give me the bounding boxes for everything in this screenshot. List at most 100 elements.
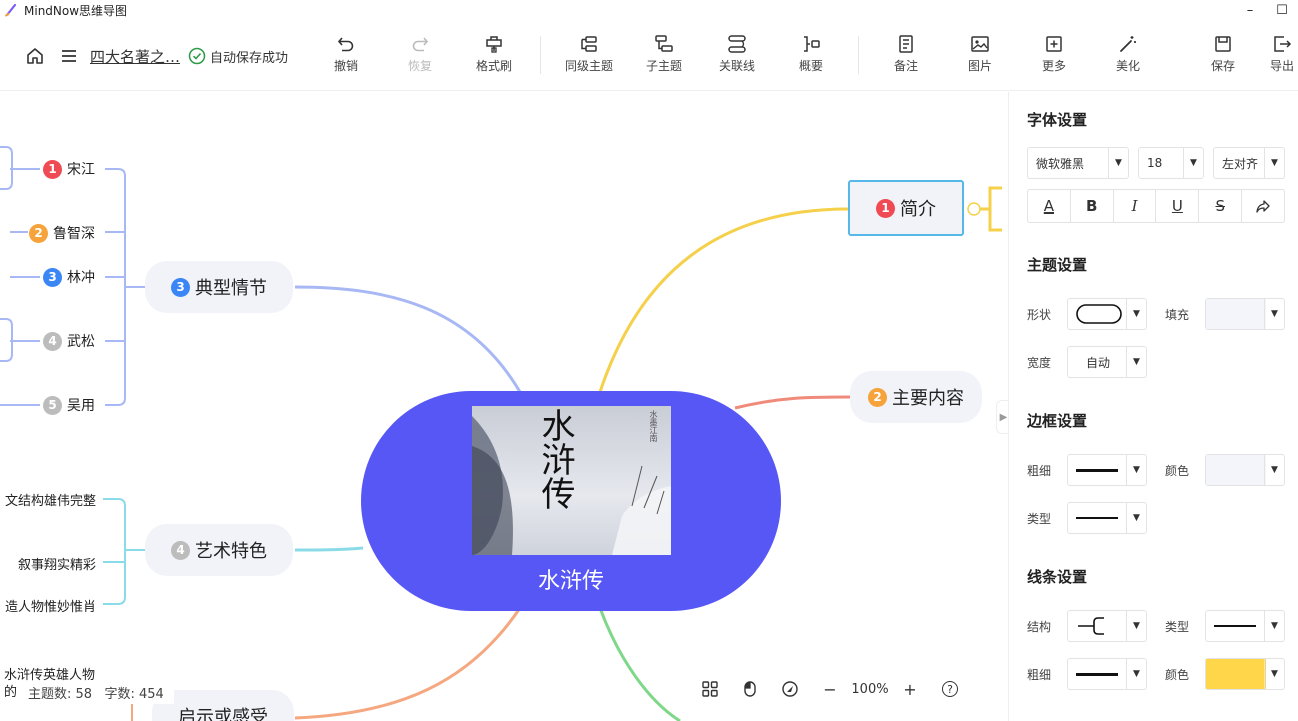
border-color-select[interactable]: ▼ xyxy=(1205,454,1285,486)
central-topic[interactable]: 水浒传 水墨江南 水浒传 xyxy=(361,391,781,611)
line-color-select[interactable]: ▼ xyxy=(1205,658,1285,690)
central-topic-image[interactable]: 水浒传 水墨江南 xyxy=(472,406,671,555)
font-color-button[interactable]: A xyxy=(1028,190,1071,222)
style-panel: 字体设置 微软雅黑 ▼ 18 ▼ 左对齐 ▼ A B I U S 主题设置 形状… xyxy=(1008,92,1298,721)
font-color-icon: A xyxy=(1043,197,1055,215)
branch-art[interactable]: 4 艺术特色 xyxy=(145,524,293,576)
font-size-select[interactable]: 18 ▼ xyxy=(1138,147,1204,179)
zoom-out-button[interactable]: − xyxy=(810,674,850,704)
chevron-down-icon: ▼ xyxy=(1108,148,1128,178)
image-button[interactable]: 图片 xyxy=(950,34,1010,80)
mouse-icon xyxy=(744,681,756,697)
leaf-art-characters[interactable]: 造人物惟妙惟肖 xyxy=(5,594,96,616)
clear-format-button[interactable] xyxy=(1242,190,1284,222)
line-thickness-select[interactable]: ▼ xyxy=(1067,658,1147,690)
toolbar: 四大名著之… 自动保存成功 撤销 恢复 格式刷 同级主题 子主题 关联线 概要 … xyxy=(0,20,1298,91)
note-icon xyxy=(899,35,913,53)
zoom-in-button[interactable]: + xyxy=(890,674,930,704)
home-button[interactable] xyxy=(24,45,46,67)
fill-color-select[interactable]: ▼ xyxy=(1205,298,1285,330)
line-thickness-label: 粗细 xyxy=(1027,668,1052,682)
chevron-down-icon: ▼ xyxy=(1264,611,1284,641)
more-button[interactable]: 更多 xyxy=(1024,34,1084,80)
undo-icon xyxy=(337,37,354,52)
toolbar-separator xyxy=(858,36,859,74)
summary-icon xyxy=(804,36,820,52)
width-label: 宽度 xyxy=(1027,356,1052,370)
locate-icon xyxy=(782,681,798,697)
branch-intro-label: 简介 xyxy=(900,199,936,220)
chevron-down-icon: ▼ xyxy=(1183,148,1203,178)
app-logo-icon xyxy=(5,3,17,17)
width-select[interactable]: 自动 ▼ xyxy=(1067,346,1147,378)
save-icon xyxy=(1215,36,1231,52)
font-family-value: 微软雅黑 xyxy=(1036,156,1085,171)
border-type-select[interactable]: ▼ xyxy=(1067,502,1147,534)
redo-button[interactable]: 恢复 xyxy=(390,34,450,80)
mouse-mode-button[interactable] xyxy=(730,674,770,704)
leaf-wusong[interactable]: 4 武松 xyxy=(43,330,95,352)
text-format-row: A B I U S xyxy=(1027,189,1285,223)
chevron-down-icon: ▼ xyxy=(1126,299,1146,329)
summary-button[interactable]: 概要 xyxy=(781,34,841,80)
format-brush-button[interactable]: 格式刷 xyxy=(464,34,524,80)
border-thickness-select[interactable]: ▼ xyxy=(1067,454,1147,486)
line-structure-select[interactable]: ▼ xyxy=(1067,610,1147,642)
fill-color-swatch xyxy=(1206,299,1266,329)
shape-select[interactable]: ▼ xyxy=(1067,298,1147,330)
text-align-select[interactable]: 左对齐 ▼ xyxy=(1213,147,1285,179)
italic-icon: I xyxy=(1131,197,1138,215)
child-topic-button[interactable]: 子主题 xyxy=(634,34,694,80)
export-button[interactable]: 导出 xyxy=(1252,34,1298,80)
save-button[interactable]: 保存 xyxy=(1193,34,1253,80)
chevron-down-icon: ▼ xyxy=(1264,299,1284,329)
format-brush-label: 格式刷 xyxy=(475,59,512,73)
zoom-level: 100% xyxy=(851,681,889,697)
leaf-linchong[interactable]: 3 林冲 xyxy=(43,266,95,288)
strikethrough-button[interactable]: S xyxy=(1199,190,1243,222)
undo-button[interactable]: 撤销 xyxy=(316,34,376,80)
sibling-topic-icon xyxy=(581,36,597,52)
branch-intro[interactable]: 1 简介 xyxy=(848,180,964,236)
maximize-button[interactable]: ☐ xyxy=(1262,0,1298,20)
sibling-topic-button[interactable]: 同级主题 xyxy=(559,34,619,80)
bold-button[interactable]: B xyxy=(1071,190,1114,222)
line-color-label: 颜色 xyxy=(1165,668,1190,682)
menu-button[interactable] xyxy=(58,45,80,67)
beautify-button[interactable]: 美化 xyxy=(1098,34,1158,80)
chevron-right-icon: ▶ xyxy=(999,411,1008,423)
branch-content[interactable]: 2 主要内容 xyxy=(850,371,982,423)
bold-icon: B xyxy=(1086,197,1098,215)
help-button[interactable]: ? xyxy=(930,674,970,704)
text-align-value: 左对齐 xyxy=(1222,156,1259,171)
font-family-select[interactable]: 微软雅黑 ▼ xyxy=(1027,147,1129,179)
format-brush-icon xyxy=(486,36,502,53)
overview-button[interactable] xyxy=(690,674,730,704)
leaf-art-structure[interactable]: 文结构雄伟完整 xyxy=(5,488,96,510)
mindmap-canvas[interactable]: 水浒传 水墨江南 水浒传 1 简介 2 主要内容 3 典型情节 4 艺术特色 启… xyxy=(0,92,1008,721)
leaf-art-narrative[interactable]: 叙事翔实精彩 xyxy=(18,552,96,574)
leaf-luzhishen[interactable]: 2 鲁智深 xyxy=(29,222,95,244)
relation-line-button[interactable]: 关联线 xyxy=(707,34,767,80)
relation-line-icon xyxy=(728,35,746,53)
note-button[interactable]: 备注 xyxy=(876,34,936,80)
check-circle-icon xyxy=(188,47,206,65)
border-thickness-label: 粗细 xyxy=(1027,464,1052,478)
underline-button[interactable]: U xyxy=(1156,190,1200,222)
leaf-songjiang[interactable]: 1 宋江 xyxy=(43,158,95,180)
toolbar-left: 四大名著之… 自动保存成功 xyxy=(24,44,288,68)
document-title[interactable]: 四大名著之… xyxy=(90,46,180,67)
leaf-wuyong[interactable]: 5 吴用 xyxy=(43,394,95,416)
zoom-bar: − 100% + ? xyxy=(690,674,970,704)
connector-plot xyxy=(294,285,522,393)
italic-button[interactable]: I xyxy=(1114,190,1157,222)
locate-button[interactable] xyxy=(770,674,810,704)
menu-icon xyxy=(62,50,76,62)
thick-line-icon xyxy=(1076,468,1118,472)
font-settings-title: 字体设置 xyxy=(1027,111,1088,129)
sibling-topic-label: 同级主题 xyxy=(564,59,613,73)
line-type-select[interactable]: ▼ xyxy=(1205,610,1285,642)
collapse-toggle[interactable] xyxy=(967,202,981,216)
mindnow-app: MindNow思维导图 – ☐ 四大名著之… 自动保存成功 撤销 恢复 格式刷 … xyxy=(0,0,1298,721)
branch-plot[interactable]: 3 典型情节 xyxy=(145,261,293,313)
